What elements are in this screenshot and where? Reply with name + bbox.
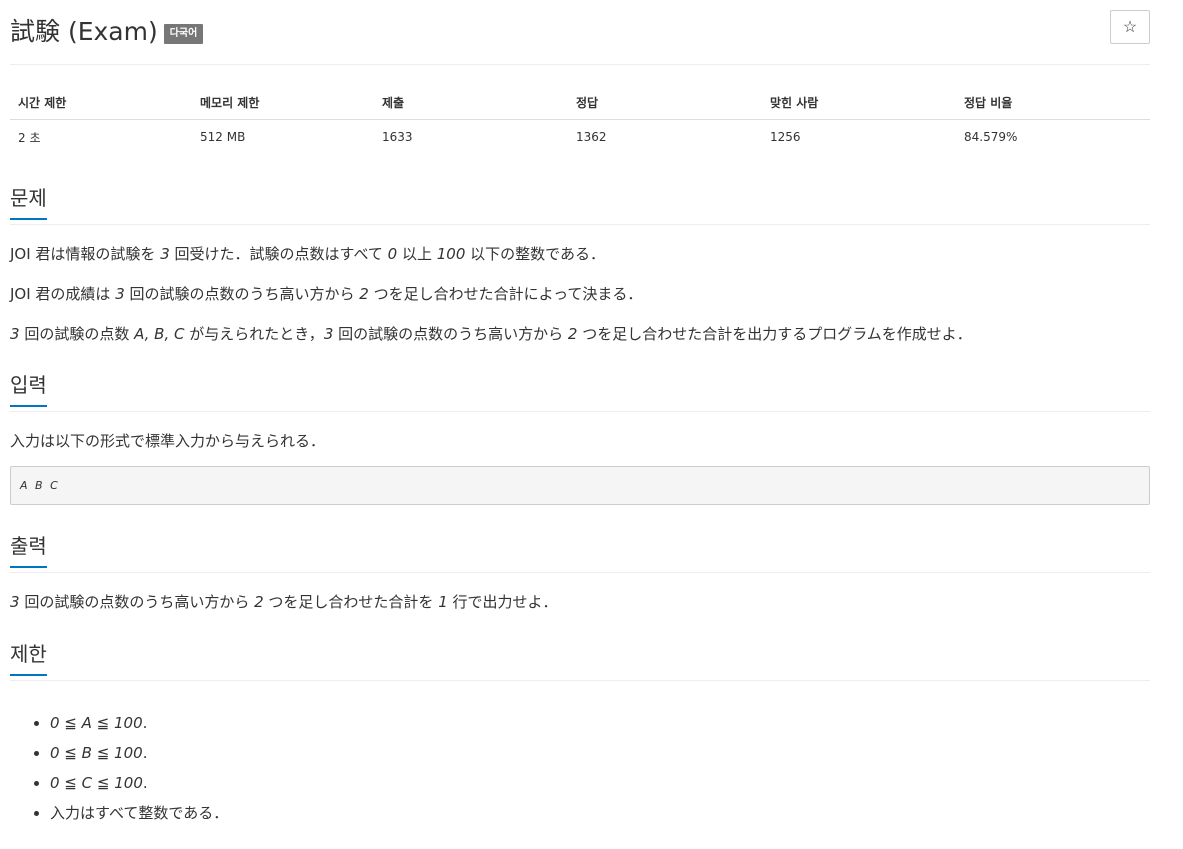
- accept-ratio-value: 84.579%: [964, 130, 1018, 145]
- problem-header: 試験 (Exam) 다국어 ☆: [10, 0, 1150, 65]
- header-solved-users: 맞힌 사람: [762, 86, 956, 120]
- header-submissions: 제출: [374, 86, 568, 120]
- section-problem-heading: 문제: [10, 173, 1150, 225]
- limit-item-integers: 入力はすべて整数である．: [50, 798, 1150, 828]
- limits-list: 0 ≦ A ≦ 100. 0 ≦ B ≦ 100. 0 ≦ C ≦ 100. 入…: [10, 708, 1150, 828]
- statement-paragraph-2: JOI 君の成績は 3 回の試験の点数のうち高い方から 2 つを足し合わせた合計…: [10, 285, 643, 303]
- memory-limit-value: 512 MB: [200, 130, 246, 145]
- limit-item-c: 0 ≦ C ≦ 100.: [50, 768, 1150, 798]
- header-memory-limit: 메모리 제한: [192, 86, 374, 120]
- problem-title-text: 試験 (Exam): [10, 17, 158, 46]
- info-table-header-row: 시간 제한 메모리 제한 제출 정답 맞힌 사람 정답 비율: [10, 86, 1150, 120]
- header-time-limit: 시간 제한: [10, 86, 192, 120]
- section-input-label: 입력: [10, 374, 47, 407]
- solved-users-value: 1256: [770, 130, 801, 145]
- problem-page: 試験 (Exam) 다국어 ☆ 시간 제한 메모리 제한 제출 정답 맞힌 사람 …: [0, 0, 1183, 849]
- star-icon: ☆: [1122, 19, 1138, 36]
- output-description: 3 回の試験の点数のうち高い方から 2 つを足し合わせた合計を 1 行で出力せよ…: [10, 593, 558, 611]
- section-output-heading: 출력: [10, 521, 1150, 573]
- input-description: 入力は以下の形式で標準入力から与えられる．: [10, 432, 326, 450]
- time-limit-value: 2 초: [18, 130, 41, 145]
- accepted-value: 1362: [576, 130, 607, 145]
- section-input-heading: 입력: [10, 360, 1150, 412]
- multilingual-badge[interactable]: 다국어: [163, 24, 204, 44]
- favorite-star-button[interactable]: ☆: [1110, 10, 1150, 44]
- limit-item-a: 0 ≦ A ≦ 100.: [50, 708, 1150, 738]
- section-output-label: 출력: [10, 535, 47, 568]
- section-limits-heading: 제한: [10, 629, 1150, 681]
- statement-paragraph-3: 3 回の試験の点数 A, B, C が与えられたとき，3 回の試験の点数のうち高…: [10, 325, 972, 343]
- section-problem-label: 문제: [10, 187, 47, 220]
- statement-paragraph-1: JOI 君は情報の試験を 3 回受けた．試験の点数はすべて 0 以上 100 以…: [10, 245, 605, 263]
- input-format-block: A B C: [10, 466, 1150, 505]
- submissions-value: 1633: [382, 130, 413, 145]
- problem-info-table: 시간 제한 메모리 제한 제출 정답 맞힌 사람 정답 비율 2 초 512 M…: [10, 86, 1150, 155]
- header-accept-ratio: 정답 비율: [956, 86, 1150, 120]
- info-table-row: 2 초 512 MB 1633 1362 1256 84.579%: [10, 119, 1150, 155]
- limit-item-b: 0 ≦ B ≦ 100.: [50, 738, 1150, 768]
- section-limits-label: 제한: [10, 643, 47, 676]
- header-accepted: 정답: [568, 86, 762, 120]
- problem-title: 試験 (Exam) 다국어: [10, 12, 204, 48]
